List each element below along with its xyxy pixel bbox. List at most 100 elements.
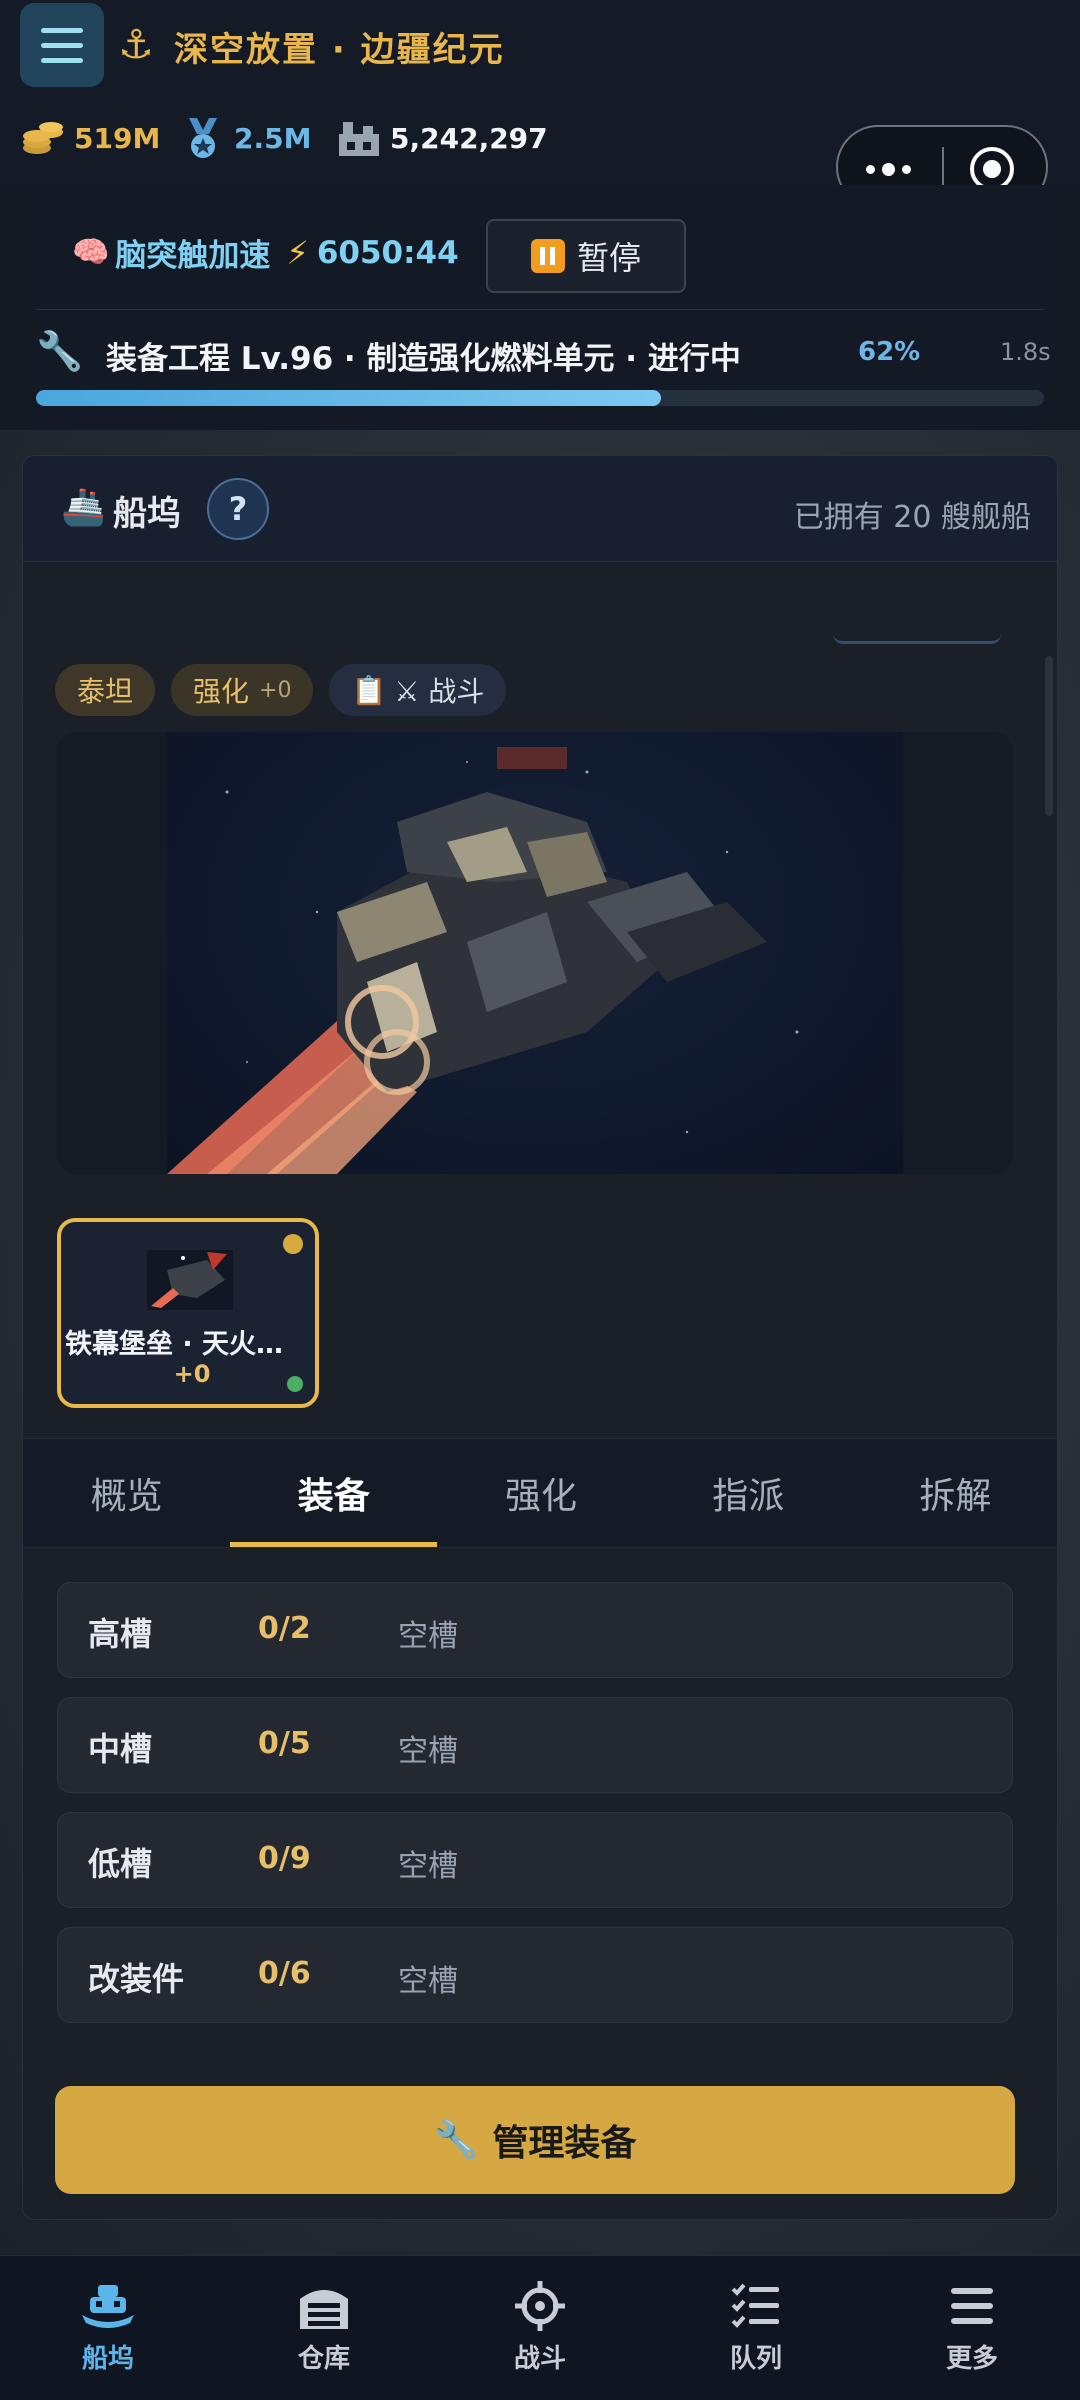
ship-card-name: 铁幕堡垒 · 天火… xyxy=(65,1329,284,1360)
pause-button[interactable]: 暂停 xyxy=(486,219,686,293)
medals-value: 2.5M xyxy=(234,121,312,155)
scrollbar[interactable] xyxy=(1045,656,1053,816)
tab-equipment[interactable]: 装备 xyxy=(230,1439,438,1547)
ship-tabs: 概览 装备 强化 指派 拆解 xyxy=(23,1438,1057,1548)
status-panel: 🧠 脑突触加速 ⚡ 6050:44 暂停 🔧 装备工程 Lv.96 · 制造强化… xyxy=(36,185,1051,430)
nav-dock[interactable]: 船坞 xyxy=(0,2256,216,2400)
divider xyxy=(36,309,1044,310)
slot-count: 0/2 xyxy=(258,1611,311,1646)
nav-more[interactable]: 更多 xyxy=(864,2256,1080,2400)
tag-role-label: ⚔ 战斗 xyxy=(394,675,485,708)
factory-icon xyxy=(336,115,382,161)
slot-state: 空槽 xyxy=(398,1734,458,1769)
boost-timer: 6050:44 xyxy=(316,234,459,271)
nav-battle[interactable]: 战斗 xyxy=(432,2256,648,2400)
slot-name: 改装件 xyxy=(88,1960,185,1998)
medal-icon xyxy=(180,115,226,161)
bottom-nav: 船坞 仓库 战斗 队列 更多 xyxy=(0,2255,1080,2400)
ship-card-level: +0 xyxy=(173,1360,211,1388)
slot-name: 中槽 xyxy=(88,1730,153,1768)
status-dot-green xyxy=(287,1376,303,1392)
menu-button[interactable] xyxy=(20,3,104,87)
top-bar: ⚓ 深空放置 · 边疆纪元 519M 2.5M 5,242,297 xyxy=(0,0,1080,209)
nav-battle-label: 战斗 xyxy=(513,2344,566,2374)
nav-more-label: 更多 xyxy=(945,2344,998,2374)
dock-title: 船坞 xyxy=(113,494,181,534)
slot-row-high[interactable]: 高槽 0/2 空槽 xyxy=(57,1582,1013,1678)
nav-warehouse-label: 仓库 xyxy=(297,2344,350,2374)
coins-icon xyxy=(20,115,66,161)
checklist-icon xyxy=(726,2278,786,2334)
resource-industry: 5,242,297 xyxy=(336,115,548,161)
manage-equipment-label: 管理装备 xyxy=(492,2123,637,2164)
ship-icon: 🚢 xyxy=(61,487,106,528)
game-title: 深空放置 · 边疆纪元 xyxy=(174,30,505,70)
slot-count: 0/9 xyxy=(258,1841,311,1876)
ship-icon xyxy=(78,2278,138,2334)
lightning-icon: ⚡ xyxy=(286,233,309,272)
slot-row-mod[interactable]: 改装件 0/6 空槽 xyxy=(57,1927,1013,2023)
wrench-icon: 🔧 xyxy=(433,2120,479,2161)
warehouse-icon xyxy=(294,2278,354,2334)
nav-queue-label: 队列 xyxy=(729,2344,782,2374)
dock-header: 🚢 船坞 ? 已拥有 20 艘舰船 xyxy=(23,456,1057,562)
resource-coins: 519M xyxy=(20,115,160,161)
tag-role: 📋 ⚔ 战斗 xyxy=(329,664,507,716)
slot-count: 0/6 xyxy=(258,1956,311,1991)
hamburger-icon xyxy=(41,23,83,68)
dock-card: 🚢 船坞 ? 已拥有 20 艘舰船 泰坦 强化 +0 📋 ⚔ 战斗 铁幕堡垒 ·… xyxy=(22,455,1058,2220)
tag-enhance-label: 强化 xyxy=(193,675,250,708)
slot-state: 空槽 xyxy=(398,1619,458,1654)
slot-state: 空槽 xyxy=(398,1849,458,1884)
ship-thumbnail-icon xyxy=(147,1250,233,1310)
preview-space xyxy=(167,732,903,1174)
slot-state: 空槽 xyxy=(398,1964,458,1999)
wrench-icon: 🔧 xyxy=(36,329,84,373)
task-progress-fill xyxy=(36,390,661,406)
tab-dismantle[interactable]: 拆解 xyxy=(852,1439,1057,1547)
ship-card-selected[interactable]: 铁幕堡垒 · 天火… +0 xyxy=(57,1218,319,1408)
tag-enhance-value: +0 xyxy=(259,677,292,703)
main-area: 🚢 船坞 ? 已拥有 20 艘舰船 泰坦 强化 +0 📋 ⚔ 战斗 铁幕堡垒 ·… xyxy=(0,430,1080,2255)
slot-name: 高槽 xyxy=(88,1615,153,1653)
nav-queue[interactable]: 队列 xyxy=(648,2256,864,2400)
task-time: 1.8s xyxy=(1000,338,1051,366)
ship-tags: 泰坦 强化 +0 📋 ⚔ 战斗 xyxy=(55,664,507,716)
tab-enhance[interactable]: 强化 xyxy=(437,1439,644,1547)
task-percent: 62% xyxy=(858,337,921,367)
industry-value: 5,242,297 xyxy=(390,121,548,155)
pause-icon xyxy=(530,239,565,273)
boost-status: 🧠 脑突触加速 ⚡ 6050:44 xyxy=(72,230,459,275)
slot-count: 0/5 xyxy=(258,1726,311,1761)
menu-icon xyxy=(942,2278,1002,2334)
anchor-icon: ⚓ xyxy=(118,22,154,68)
resource-medals: 2.5M xyxy=(180,115,311,161)
ship-model-image xyxy=(167,747,799,1174)
crosshair-icon xyxy=(510,2278,570,2334)
brain-icon: 🧠 xyxy=(72,235,110,270)
clipboard-icon: 📋 xyxy=(351,673,387,707)
slot-name: 低槽 xyxy=(88,1845,153,1883)
preview-left-band xyxy=(57,732,167,1174)
nav-dock-label: 船坞 xyxy=(81,2344,134,2374)
tag-enhance: 强化 +0 xyxy=(171,664,314,716)
help-button[interactable]: ? xyxy=(207,478,269,540)
owned-count: 已拥有 20 艘舰船 xyxy=(793,500,1031,535)
preview-right-band xyxy=(903,732,1013,1174)
tag-class: 泰坦 xyxy=(55,664,156,716)
pause-label: 暂停 xyxy=(576,239,641,277)
nav-warehouse[interactable]: 仓库 xyxy=(216,2256,432,2400)
task-text: 装备工程 Lv.96 · 制造强化燃料单元 · 进行中 xyxy=(106,341,741,377)
task-progress-bar xyxy=(36,390,1044,406)
coins-value: 519M xyxy=(74,121,161,155)
status-dot-yellow xyxy=(283,1234,303,1254)
scroll-edge xyxy=(833,634,1001,644)
manage-equipment-button[interactable]: 🔧 管理装备 xyxy=(55,2086,1015,2194)
more-dots-icon[interactable] xyxy=(866,163,911,176)
task-row: 🔧 装备工程 Lv.96 · 制造强化燃料单元 · 进行中 62% 1.8s xyxy=(36,325,1051,377)
ship-preview xyxy=(57,732,1013,1174)
tab-overview[interactable]: 概览 xyxy=(23,1439,230,1547)
slot-row-low[interactable]: 低槽 0/9 空槽 xyxy=(57,1812,1013,1908)
slot-row-mid[interactable]: 中槽 0/5 空槽 xyxy=(57,1697,1013,1793)
tab-assign[interactable]: 指派 xyxy=(645,1439,852,1547)
